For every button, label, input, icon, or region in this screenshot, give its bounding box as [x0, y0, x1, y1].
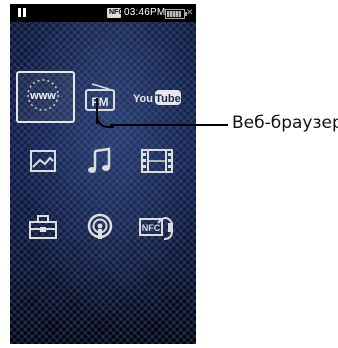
nfc-headphones-icon: NFC [139, 217, 173, 240]
nfc-badge-text: NFC [109, 9, 124, 16]
menu-item-podcast[interactable] [75, 202, 125, 252]
www-label: www [29, 90, 56, 102]
youtube-label-you: You [133, 93, 153, 105]
menu-item-web-browser[interactable]: www [18, 70, 68, 120]
device-screen: NFC 03:46PM ✕ www FM You Tube NFC [10, 4, 196, 344]
menu-item-music[interactable] [75, 136, 125, 186]
photo-icon [30, 150, 56, 172]
callout-label: Веб-браузер [232, 113, 338, 133]
menu-item-nfc-audio[interactable]: NFC [132, 202, 182, 252]
youtube-label-tube: Tube [155, 93, 180, 105]
callout-line-horizontal [110, 124, 228, 126]
status-bar: NFC 03:46PM ✕ [10, 4, 196, 22]
nfc-audio-label: NFC [142, 223, 161, 233]
youtube-icon: You Tube [133, 90, 181, 105]
home-menu: www FM You Tube NFC [10, 22, 196, 344]
menu-item-toolbox[interactable] [18, 202, 68, 252]
battery-icon [165, 9, 187, 19]
podcast-icon [87, 213, 113, 239]
close-icon[interactable]: ✕ [186, 7, 194, 18]
nfc-icon: NFC [107, 8, 124, 18]
film-strip-icon [141, 149, 173, 173]
music-note-icon [88, 147, 111, 173]
fm-label: FM [91, 95, 108, 109]
clock: 03:46PM [124, 7, 166, 18]
menu-item-video[interactable] [132, 136, 182, 186]
toolbox-icon [29, 215, 57, 239]
fm-radio-icon: FM [85, 83, 115, 111]
www-globe-icon: www [27, 79, 59, 111]
menu-item-photo[interactable] [18, 136, 68, 186]
pause-icon [18, 8, 26, 17]
menu-item-youtube[interactable]: You Tube [130, 72, 186, 122]
